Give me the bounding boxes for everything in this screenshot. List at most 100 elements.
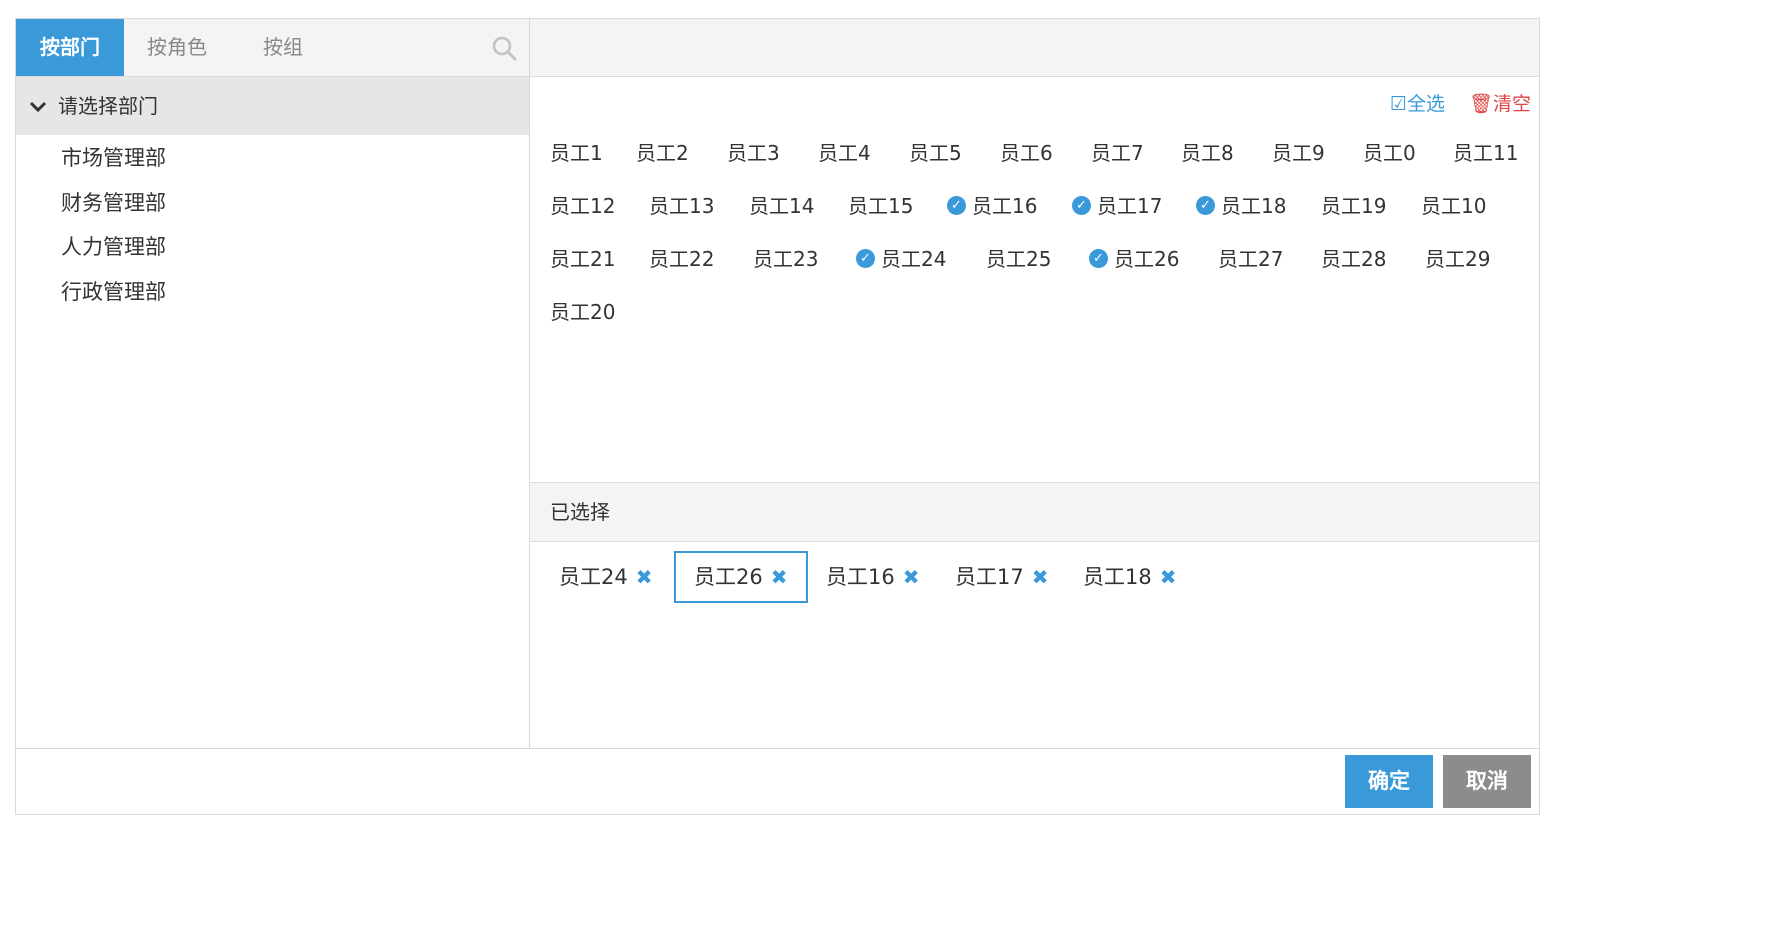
trash-icon: 🗑 <box>1468 93 1493 115</box>
confirm-button[interactable]: 确定 <box>1345 755 1433 808</box>
tab-by-role[interactable]: 按角色 <box>124 19 230 76</box>
clear-button[interactable]: 🗑清空 <box>1469 89 1531 116</box>
employee-item[interactable]: 员工13 <box>649 192 714 220</box>
clear-label: 清空 <box>1492 93 1531 115</box>
employee-item[interactable]: 员工23 <box>753 245 818 273</box>
employee-name: 员工29 <box>1425 247 1491 271</box>
employee-name: 员工26 <box>1114 247 1180 271</box>
selected-header: 已选择 <box>530 482 1539 542</box>
employee-item[interactable]: ✓ 员工18 <box>1196 192 1286 220</box>
employee-name: 员工3 <box>727 141 780 165</box>
selected-title: 已选择 <box>550 500 610 524</box>
employee-name: 员工14 <box>749 194 815 218</box>
employee-item[interactable]: 员工4 <box>818 139 871 167</box>
employee-name: 员工27 <box>1218 247 1284 271</box>
employee-name: 员工17 <box>1097 194 1163 218</box>
employee-name: 员工5 <box>909 141 962 165</box>
department-tree-root[interactable]: 请选择部门 <box>16 77 529 135</box>
department-pane: 按部门 按角色 按组 请选择部门 市场管理部 财务管理部 人力管理部 行政管理部 <box>16 19 530 748</box>
chevron-down-icon <box>29 101 47 113</box>
employee-item[interactable]: 员工12 <box>550 192 615 220</box>
employee-item[interactable]: 员工15 <box>848 192 913 220</box>
checkbox-icon: ☑ <box>1389 93 1407 115</box>
remove-icon[interactable]: ✖ <box>1032 565 1049 589</box>
selected-chip[interactable]: 员工16 ✖ <box>808 551 938 603</box>
employee-item[interactable]: ✓ 员工24 <box>856 245 946 273</box>
selected-chip-label: 员工16 <box>826 565 895 589</box>
employee-name: 员工6 <box>1000 141 1053 165</box>
employee-name: 员工28 <box>1321 247 1387 271</box>
employee-name: 员工19 <box>1321 194 1387 218</box>
check-circle-icon: ✓ <box>1196 196 1215 215</box>
employee-item[interactable]: 员工2 <box>636 139 689 167</box>
employee-item[interactable]: 员工1 <box>550 139 603 167</box>
selected-chip[interactable]: 员工24 ✖ <box>541 551 671 603</box>
employee-item[interactable]: ✓ 员工17 <box>1072 192 1162 220</box>
search-icon[interactable] <box>491 35 517 61</box>
department-item[interactable]: 市场管理部 <box>61 142 166 174</box>
employee-name: 员工12 <box>550 194 616 218</box>
employee-name: 员工15 <box>848 194 914 218</box>
selected-chip-label: 员工24 <box>559 565 628 589</box>
employee-item[interactable]: ✓ 员工16 <box>947 192 1037 220</box>
employee-name: 员工23 <box>753 247 819 271</box>
employee-name: 员工20 <box>550 300 616 324</box>
remove-icon[interactable]: ✖ <box>903 565 920 589</box>
employee-item[interactable]: 员工6 <box>1000 139 1053 167</box>
employee-item[interactable]: 员工21 <box>550 245 615 273</box>
employee-pane-header <box>530 19 1539 77</box>
remove-icon[interactable]: ✖ <box>771 565 788 589</box>
employee-item[interactable]: 员工5 <box>909 139 962 167</box>
employee-item[interactable]: 员工11 <box>1453 139 1518 167</box>
employee-item[interactable]: 员工3 <box>727 139 780 167</box>
tab-by-group[interactable]: 按组 <box>230 19 336 76</box>
employee-name: 员工21 <box>550 247 616 271</box>
employee-item[interactable]: 员工7 <box>1091 139 1144 167</box>
employee-item[interactable]: 员工29 <box>1425 245 1490 273</box>
selected-chip[interactable]: 员工26 ✖ <box>674 551 808 603</box>
tab-bar: 按部门 按角色 按组 <box>16 19 529 77</box>
employee-item[interactable]: 员工28 <box>1321 245 1386 273</box>
department-item[interactable]: 人力管理部 <box>61 231 166 263</box>
check-circle-icon: ✓ <box>856 249 875 268</box>
employee-name: 员工16 <box>972 194 1038 218</box>
employee-name: 员工13 <box>649 194 715 218</box>
employee-item[interactable]: 员工22 <box>649 245 714 273</box>
remove-icon[interactable]: ✖ <box>636 565 653 589</box>
employee-name: 员工11 <box>1453 141 1519 165</box>
employee-name: 员工18 <box>1221 194 1287 218</box>
employee-name: 员工8 <box>1181 141 1234 165</box>
department-item[interactable]: 财务管理部 <box>61 187 166 219</box>
employee-item[interactable]: ✓ 员工26 <box>1089 245 1179 273</box>
employee-item[interactable]: 员工20 <box>550 298 615 326</box>
employee-name: 员工22 <box>649 247 715 271</box>
employee-name: 员工2 <box>636 141 689 165</box>
check-circle-icon: ✓ <box>1072 196 1091 215</box>
employee-name: 员工24 <box>881 247 947 271</box>
tree-root-label: 请选择部门 <box>58 94 158 118</box>
employee-name: 员工0 <box>1363 141 1416 165</box>
department-item[interactable]: 行政管理部 <box>61 276 166 308</box>
employee-name: 员工25 <box>986 247 1052 271</box>
selected-chip[interactable]: 员工17 ✖ <box>937 551 1067 603</box>
employee-item[interactable]: 员工0 <box>1363 139 1416 167</box>
employee-item[interactable]: 员工19 <box>1321 192 1386 220</box>
employee-item[interactable]: 员工8 <box>1181 139 1234 167</box>
employee-name: 员工4 <box>818 141 871 165</box>
employee-item[interactable]: 员工10 <box>1421 192 1486 220</box>
employee-name: 员工1 <box>550 141 603 165</box>
cancel-button[interactable]: 取消 <box>1443 755 1531 808</box>
check-circle-icon: ✓ <box>947 196 966 215</box>
employee-item[interactable]: 员工9 <box>1272 139 1325 167</box>
selected-chip-label: 员工26 <box>694 565 763 589</box>
employee-name: 员工7 <box>1091 141 1144 165</box>
select-all-button[interactable]: ☑全选 <box>1390 89 1445 116</box>
selected-chip[interactable]: 员工18 ✖ <box>1065 551 1195 603</box>
tab-by-department[interactable]: 按部门 <box>16 19 124 76</box>
remove-icon[interactable]: ✖ <box>1160 565 1177 589</box>
employee-item[interactable]: 员工25 <box>986 245 1051 273</box>
dialog-footer: 确定 取消 <box>16 748 1539 814</box>
employee-item[interactable]: 员工27 <box>1218 245 1283 273</box>
employee-item[interactable]: 员工14 <box>749 192 814 220</box>
employee-name: 员工10 <box>1421 194 1487 218</box>
